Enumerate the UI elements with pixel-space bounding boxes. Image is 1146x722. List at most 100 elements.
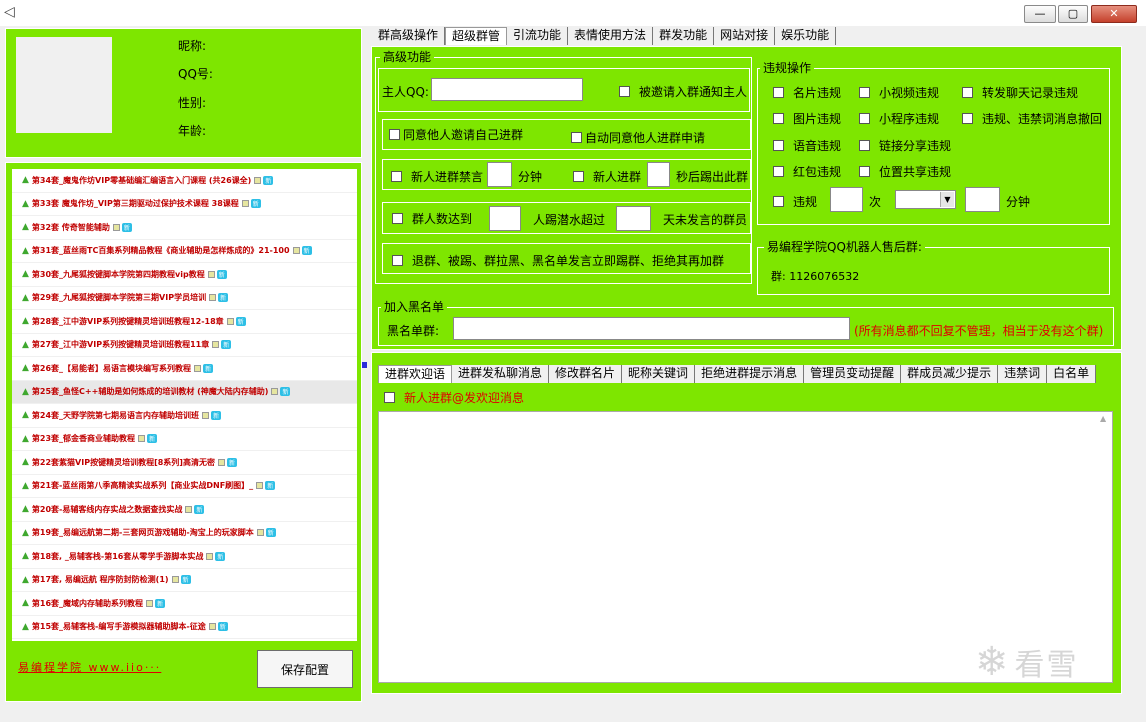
course-item[interactable]: ▲ 第18套, _易辅客栈-第16套从零学手游脚本实战新 [12, 545, 357, 569]
welcome-at-checkbox[interactable] [384, 392, 395, 403]
course-item[interactable]: ▲ 第29套_九尾狐按键脚本学院第三期VIP学员培训新 [12, 287, 357, 310]
tab-top-6[interactable]: 娱乐功能 [775, 27, 837, 45]
leave-ban-checkbox[interactable] [392, 255, 403, 266]
tab-message-1[interactable]: 进群发私聊消息 [452, 365, 550, 383]
forward-violation-checkbox[interactable] [962, 87, 973, 98]
course-item[interactable]: ▲ 第28套_江中游VIP系列按键精灵培训班教程12-18章新 [12, 310, 357, 334]
tab-message-0[interactable]: 进群欢迎语 [378, 365, 453, 383]
download-icon[interactable] [292, 247, 300, 255]
maximize-button[interactable]: ▢ [1058, 5, 1088, 23]
download-icon[interactable] [185, 505, 193, 513]
download-icon[interactable] [171, 576, 179, 584]
course-item[interactable]: ▲ 第21套-蓝丝雨第八季高精读实战系列【商业实战DNF刷图】_ 新 [12, 475, 357, 498]
download-icon[interactable] [207, 270, 215, 278]
forward-violation-option[interactable]: 转发聊天记录违规 [962, 84, 1078, 101]
tab-top-1[interactable]: 超级群管 [445, 27, 508, 45]
auto-agree-option[interactable]: 自动同意他人进群申请 [571, 129, 705, 146]
recall-violation-option[interactable]: 违规、违禁词消息撤回 [962, 110, 1102, 127]
agree-invite-option[interactable]: 同意他人邀请自己进群 [389, 126, 523, 143]
violation-count-checkbox[interactable] [773, 196, 784, 207]
download-icon[interactable] [271, 388, 279, 396]
tab-top-2[interactable]: 引流功能 [507, 27, 569, 45]
new-member-kick-option[interactable]: 新人进群 [573, 168, 641, 185]
course-item[interactable]: ▲ 第34套_魔鬼作坊VIP零基础编汇编语言入门课程 (共26课全) 新 [12, 169, 357, 193]
kick-seconds-input[interactable] [647, 162, 670, 187]
redpacket-violation-option[interactable]: 红包违规 [773, 163, 841, 180]
member-reach-checkbox[interactable] [392, 213, 403, 224]
download-icon[interactable] [217, 458, 225, 466]
recall-violation-checkbox[interactable] [962, 113, 973, 124]
miniapp-violation-checkbox[interactable] [859, 113, 870, 124]
mute-minutes-input[interactable] [487, 162, 512, 187]
violation-count-option[interactable]: 违规 [773, 193, 817, 210]
leave-ban-option[interactable]: 退群、被踢、群拉黑、黑名单发言立即踢群、拒绝其再加群 [392, 252, 724, 269]
course-item[interactable]: ▲ 第30套_九尾狐按键脚本学院第四期教程vip教程新 [12, 263, 357, 287]
close-button[interactable]: ✕ [1091, 5, 1137, 23]
course-item[interactable]: ▲ 第25套_鱼怪C++辅助是如何炼成的培训教材 (神魔大陆内存辅助) 新 [12, 380, 357, 404]
link-violation-checkbox[interactable] [859, 140, 870, 151]
agree-invite-checkbox[interactable] [389, 129, 400, 140]
violation-minutes-input[interactable] [965, 187, 1000, 212]
new-member-mute-option[interactable]: 新人进群禁言 [391, 168, 483, 185]
course-item[interactable]: ▲ 第17套, 易编远航 程序防封防检测(1) 新 [12, 569, 357, 592]
tab-message-6[interactable]: 群成员减少提示 [901, 365, 999, 383]
tab-top-0[interactable]: 群高级操作 [372, 27, 446, 45]
course-item[interactable]: ▲ 第27套_江中游VIP系列按键精灵培训班教程11章新 [12, 334, 357, 357]
chevron-down-icon[interactable]: ▼ [940, 192, 954, 207]
image-violation-option[interactable]: 图片违规 [773, 110, 841, 127]
violation-action-select[interactable]: ▼ [895, 190, 956, 209]
download-icon[interactable] [241, 200, 249, 208]
save-config-button[interactable]: 保存配置 [257, 650, 353, 688]
download-icon[interactable] [226, 317, 234, 325]
notify-owner-option[interactable]: 被邀请入群通知主人 [619, 83, 747, 100]
miniapp-violation-option[interactable]: 小程序违规 [859, 110, 939, 127]
course-item[interactable]: ▲ 第22套紫猫VIP按键精灵培训教程[8系列]高清无密新 [12, 451, 357, 475]
course-item[interactable]: ▲ 第24套_天野学院第七期易语言内存辅助培训班新 [12, 404, 357, 428]
course-item[interactable]: ▲ 第16套_魔域内存辅助系列教程新 [12, 592, 357, 616]
new-member-kick-checkbox[interactable] [573, 171, 584, 182]
course-item[interactable]: ▲ 第20套-易辅客线内存实战之数据查找实战新 [12, 498, 357, 522]
card-violation-checkbox[interactable] [773, 87, 784, 98]
video-violation-checkbox[interactable] [859, 87, 870, 98]
tab-message-2[interactable]: 修改群名片 [549, 365, 623, 383]
tab-top-3[interactable]: 表情使用方法 [568, 27, 654, 45]
download-icon[interactable] [254, 176, 262, 184]
voice-violation-option[interactable]: 语音违规 [773, 137, 841, 154]
auto-agree-checkbox[interactable] [571, 132, 582, 143]
footer-link[interactable]: 易编程学院 www.iio··· [18, 659, 233, 675]
download-icon[interactable] [212, 341, 220, 349]
owner-qq-input[interactable] [431, 78, 583, 101]
download-icon[interactable] [112, 223, 120, 231]
redpacket-violation-checkbox[interactable] [773, 166, 784, 177]
course-item[interactable]: ▲ 第23套_郁金香商业辅助教程新 [12, 428, 357, 451]
voice-violation-checkbox[interactable] [773, 140, 784, 151]
video-violation-option[interactable]: 小视频违规 [859, 84, 939, 101]
image-violation-checkbox[interactable] [773, 113, 784, 124]
course-item[interactable]: ▲ 第32套 传奇智能辅助新 [12, 216, 357, 240]
course-item[interactable]: ▲ 第15套_易辅客栈-编写手游模拟器辅助脚本-征途新 [12, 616, 357, 639]
course-item[interactable]: ▲ 第31套_蓝丝雨TC百集系列精品教程《商业辅助是怎样炼成的》21-100 新 [12, 240, 357, 263]
violation-times-input[interactable] [830, 187, 863, 212]
member-count-input[interactable] [489, 206, 521, 231]
member-reach-option[interactable]: 群人数达到 [392, 210, 472, 227]
location-violation-checkbox[interactable] [859, 166, 870, 177]
new-member-mute-checkbox[interactable] [391, 171, 402, 182]
blacklist-input[interactable] [453, 317, 850, 340]
download-icon[interactable] [202, 411, 210, 419]
download-icon[interactable] [256, 529, 264, 537]
tab-message-5[interactable]: 管理员变动提醒 [804, 365, 902, 383]
download-icon[interactable] [208, 623, 216, 631]
download-icon[interactable] [194, 364, 202, 372]
scroll-up-icon[interactable]: ▲ [1100, 414, 1110, 423]
tab-message-8[interactable]: 白名单 [1047, 365, 1097, 383]
minimize-button[interactable]: — [1024, 5, 1056, 23]
notify-owner-checkbox[interactable] [619, 86, 630, 97]
welcome-at-option[interactable]: 新人进群@发欢迎消息 [384, 389, 524, 406]
tab-top-5[interactable]: 网站对接 [714, 27, 776, 45]
tab-message-3[interactable]: 昵称关键词 [622, 365, 696, 383]
download-icon[interactable] [209, 294, 217, 302]
download-icon[interactable] [146, 599, 154, 607]
location-violation-option[interactable]: 位置共享违规 [859, 163, 951, 180]
tab-top-4[interactable]: 群发功能 [653, 27, 715, 45]
course-item[interactable]: ▲ 第19套_易编远航第二期-三套网页游戏辅助-淘宝上的玩家脚本新 [12, 522, 357, 545]
